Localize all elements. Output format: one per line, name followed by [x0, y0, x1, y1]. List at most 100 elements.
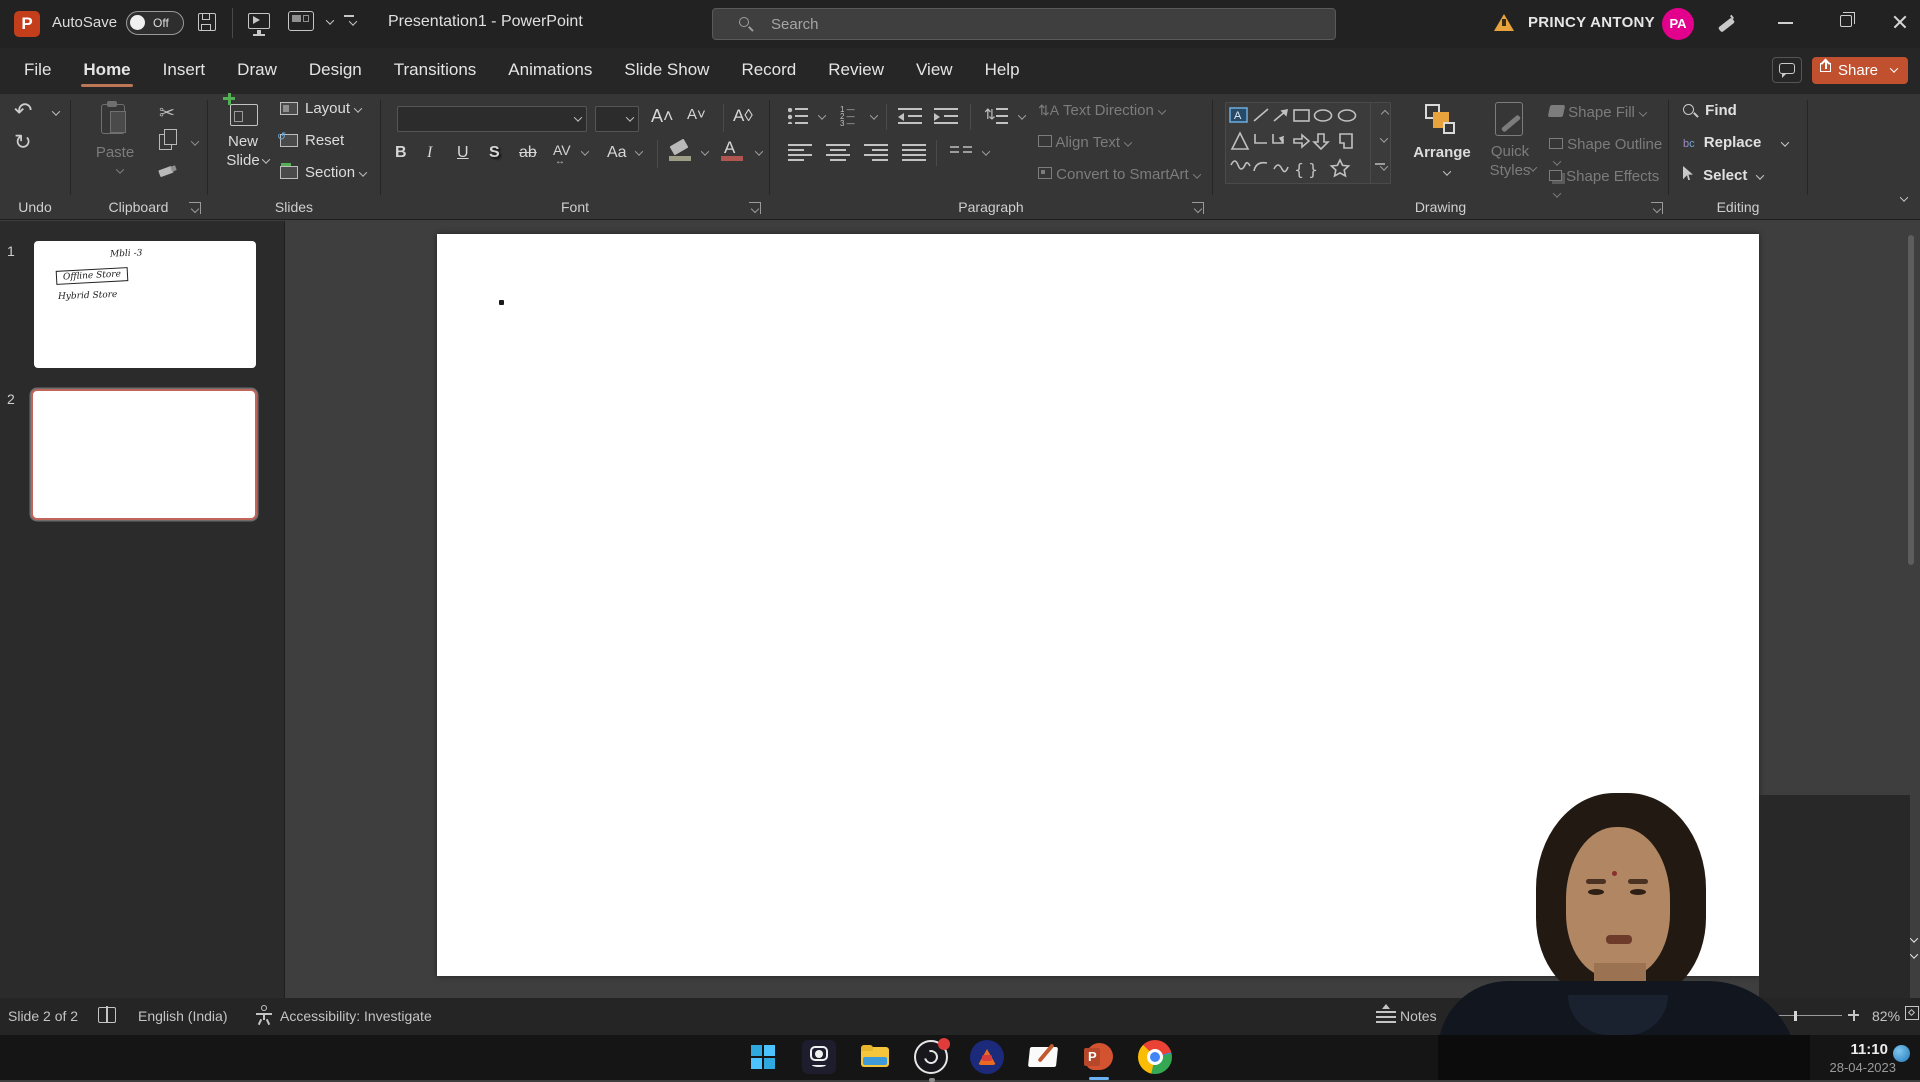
minimize-button[interactable]: [1778, 22, 1793, 24]
align-center-icon[interactable]: [826, 144, 850, 161]
avatar[interactable]: PA: [1662, 8, 1694, 40]
shapes-gallery[interactable]: A { }: [1225, 102, 1391, 184]
highlight-color-button[interactable]: [669, 142, 691, 162]
case-chevron[interactable]: [635, 147, 643, 155]
close-button[interactable]: [1892, 14, 1908, 30]
accessibility-status[interactable]: Accessibility: Investigate: [280, 1008, 432, 1024]
taskbar-powerpoint-icon[interactable]: P: [1082, 1040, 1116, 1074]
tab-animations[interactable]: Animations: [492, 48, 608, 90]
comments-button[interactable]: [1772, 57, 1802, 83]
taskbar-camera-app-icon[interactable]: [802, 1040, 836, 1074]
notes-icon[interactable]: [1376, 1008, 1396, 1023]
convert-smartart-button[interactable]: Convert to SmartArt: [1038, 166, 1200, 183]
strikethrough-button[interactable]: ab: [519, 144, 537, 162]
new-slide-button[interactable]: New Slide: [214, 100, 272, 194]
change-case-button[interactable]: Aa: [607, 144, 627, 162]
slide-indicator[interactable]: Slide 2 of 2: [8, 1008, 78, 1024]
undo-icon[interactable]: ↶: [14, 98, 32, 124]
clipboard-dialog-launcher[interactable]: [189, 202, 201, 214]
qat-customize-chevron[interactable]: [349, 17, 357, 25]
justify-icon[interactable]: [902, 144, 926, 161]
language-indicator[interactable]: English (India): [138, 1008, 228, 1024]
underline-button[interactable]: U: [457, 144, 469, 162]
font-size-combo[interactable]: [595, 106, 639, 132]
taskbar-whiteboard-app-icon[interactable]: [1026, 1040, 1060, 1074]
italic-button[interactable]: I: [427, 144, 432, 162]
slideshow-icon[interactable]: [248, 13, 270, 29]
tab-draw[interactable]: Draw: [221, 48, 293, 90]
spacing-chevron[interactable]: [581, 147, 589, 155]
reset-button[interactable]: ↺ Reset: [280, 132, 344, 150]
share-button[interactable]: Share: [1812, 57, 1908, 84]
tab-file[interactable]: File: [8, 48, 67, 90]
tab-help[interactable]: Help: [969, 48, 1036, 90]
cut-icon[interactable]: ✂: [159, 102, 175, 125]
taskbar-chrome-icon[interactable]: [1138, 1040, 1172, 1074]
font-name-combo[interactable]: [397, 106, 587, 132]
bullets-icon[interactable]: [788, 108, 808, 124]
tab-view[interactable]: View: [900, 48, 969, 90]
taskbar-start-button[interactable]: [746, 1040, 780, 1074]
paragraph-dialog-launcher[interactable]: [1192, 202, 1204, 214]
shape-outline-button[interactable]: Shape Outline: [1549, 136, 1668, 170]
tab-insert[interactable]: Insert: [147, 48, 222, 90]
copy-dropdown-chevron[interactable]: [191, 137, 199, 145]
text-direction-button[interactable]: ⇅A Text Direction: [1038, 102, 1165, 119]
font-dialog-launcher[interactable]: [749, 202, 761, 214]
line-spacing-chevron[interactable]: [1018, 111, 1026, 119]
undo-dropdown-chevron[interactable]: [52, 107, 60, 115]
slide-1-thumbnail[interactable]: Mbli -3 Offline Store Hybrid Store: [34, 241, 256, 368]
user-name[interactable]: PRINCY ANTONY: [1528, 14, 1655, 31]
save-icon[interactable]: [198, 13, 216, 31]
quick-styles-button[interactable]: Quick Styles: [1479, 102, 1541, 194]
bullets-chevron[interactable]: [818, 111, 826, 119]
next-slide-icon[interactable]: [1910, 950, 1918, 958]
layout-button[interactable]: Layout: [280, 100, 361, 118]
increase-font-icon[interactable]: A˄: [651, 106, 674, 127]
drawing-dialog-launcher[interactable]: [1651, 202, 1663, 214]
preview-icon[interactable]: [288, 11, 314, 31]
paste-button[interactable]: Paste: [89, 102, 141, 190]
zoom-in-button[interactable]: [1848, 1014, 1859, 1016]
copy-icon[interactable]: [159, 134, 172, 150]
autosave-toggle[interactable]: Off: [126, 11, 184, 35]
align-right-icon[interactable]: [864, 144, 888, 161]
columns-icon[interactable]: [950, 144, 972, 161]
columns-chevron[interactable]: [982, 147, 990, 155]
tab-slideshow[interactable]: Slide Show: [608, 48, 725, 90]
tab-home[interactable]: Home: [67, 48, 146, 90]
spellcheck-icon[interactable]: [98, 1007, 116, 1023]
preview-dropdown-chevron[interactable]: [326, 16, 334, 24]
taskbar-file-explorer-icon[interactable]: [858, 1040, 892, 1074]
scroll-down-icon[interactable]: [1910, 934, 1918, 942]
shapes-gallery-scrollbar[interactable]: [1370, 103, 1390, 183]
warning-icon[interactable]: [1494, 14, 1514, 31]
shape-fill-button[interactable]: Shape Fill: [1549, 104, 1646, 121]
tab-design[interactable]: Design: [293, 48, 378, 90]
increase-indent-icon[interactable]: [934, 108, 958, 124]
clear-formatting-icon[interactable]: A◊: [733, 106, 753, 126]
tray-weather-icon[interactable]: [1893, 1045, 1910, 1062]
font-color-chevron[interactable]: [755, 147, 763, 155]
restore-button[interactable]: [1840, 15, 1852, 27]
align-text-button[interactable]: Align Text: [1038, 134, 1131, 151]
tab-review[interactable]: Review: [812, 48, 900, 90]
pen-icon[interactable]: [1716, 14, 1736, 34]
redo-icon[interactable]: ↻: [14, 130, 32, 155]
bold-button[interactable]: B: [395, 144, 407, 162]
arrange-button[interactable]: Arrange: [1409, 102, 1475, 194]
format-painter-icon[interactable]: [159, 166, 175, 180]
taskbar-obs-studio-icon[interactable]: [914, 1040, 948, 1074]
scrollbar-thumb[interactable]: [1908, 235, 1914, 565]
replace-button[interactable]: bc Replace: [1683, 134, 1788, 151]
numbering-icon[interactable]: 1 —2 —3 —: [840, 106, 862, 126]
tab-transitions[interactable]: Transitions: [378, 48, 493, 90]
align-left-icon[interactable]: [788, 144, 812, 161]
collapse-ribbon-chevron[interactable]: [1900, 193, 1908, 201]
zoom-level[interactable]: 82%: [1872, 1008, 1900, 1024]
slide-thumbnail-panel[interactable]: 1 Mbli -3 Offline Store Hybrid Store 2: [0, 221, 285, 998]
shape-effects-button[interactable]: Shape Effects: [1549, 168, 1668, 202]
numbering-chevron[interactable]: [870, 111, 878, 119]
select-button[interactable]: Select: [1683, 166, 1763, 184]
fit-slide-icon[interactable]: [1905, 1006, 1919, 1020]
